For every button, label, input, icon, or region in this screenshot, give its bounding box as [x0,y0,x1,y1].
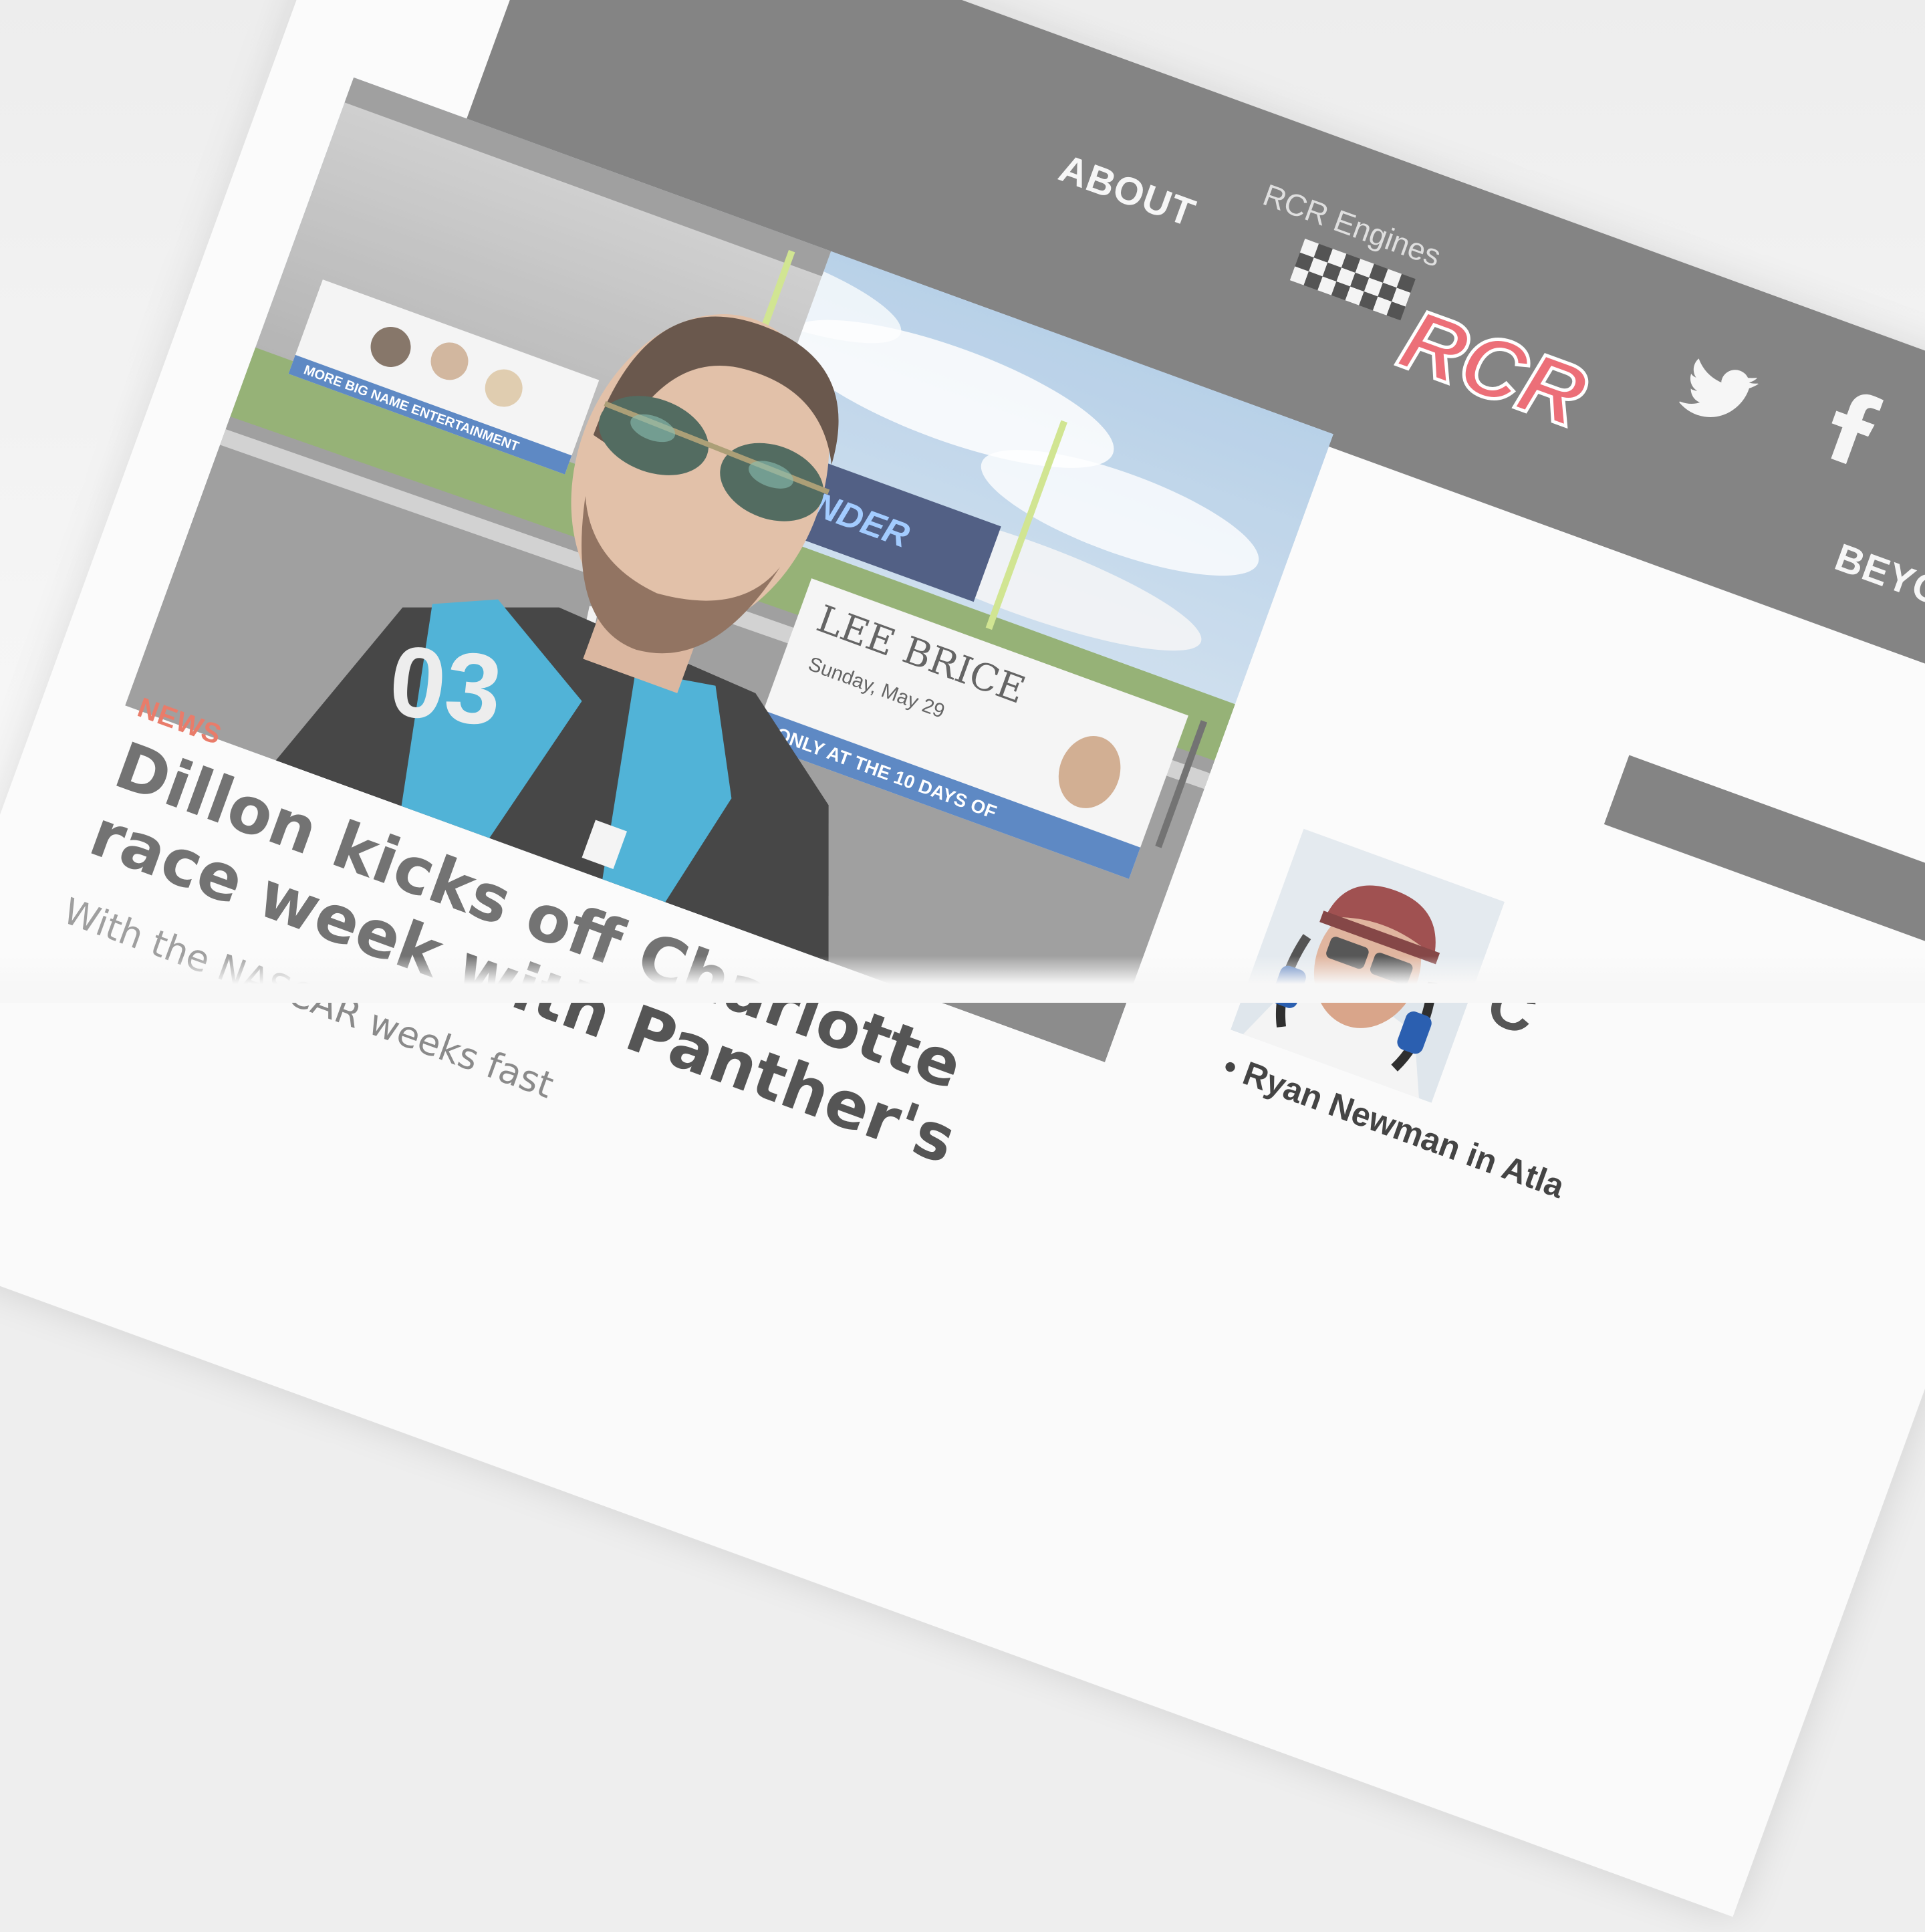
nav-item-about[interactable]: ABOUT [1053,146,1201,236]
sidebar-header-bar [1603,755,1925,985]
nav-item-beyond-the-track[interactable]: BEYOND THE TRACK [1829,535,1925,717]
jersey-number: 03 [384,624,507,747]
logo-wordmark: RCR [1388,289,1599,446]
sidebar-headline[interactable]: C [1478,965,1754,1126]
tilted-webpage: RCR Engines ABOUT RCR BEYOND MORE BIG NA… [0,0,1925,1917]
checkered-flag-icon [1289,239,1416,321]
facebook-icon[interactable] [1817,384,1886,469]
twitter-icon[interactable] [1677,353,1767,435]
